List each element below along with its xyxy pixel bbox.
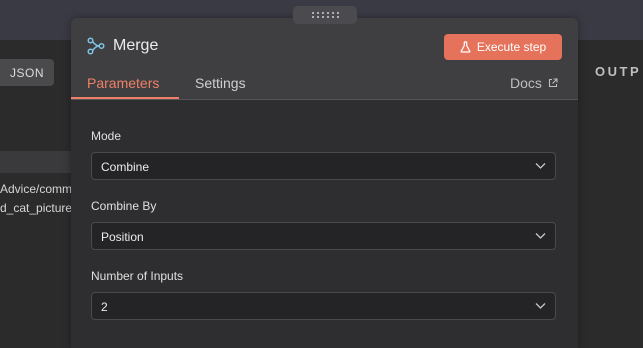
combine-by-label: Combine By xyxy=(91,199,157,213)
mode-label: Mode xyxy=(91,129,122,143)
node-settings-dialog: Merge Execute step Parameters Settings D… xyxy=(71,18,578,348)
output-panel xyxy=(579,40,643,330)
tab-parameters[interactable]: Parameters xyxy=(87,75,159,91)
input-cell: Advice/comm xyxy=(0,182,72,196)
combine-by-select-value: Position xyxy=(101,230,144,244)
number-of-inputs-select[interactable]: 2 xyxy=(91,292,556,320)
docs-label: Docs xyxy=(510,75,542,91)
chevron-down-icon xyxy=(535,303,546,309)
chevron-down-icon xyxy=(535,163,546,169)
json-view-tab[interactable]: JSON xyxy=(0,59,54,86)
chevron-down-icon xyxy=(535,233,546,239)
tab-settings[interactable]: Settings xyxy=(195,75,246,91)
flask-icon xyxy=(460,41,471,53)
docs-link[interactable]: Docs xyxy=(510,75,558,91)
parameters-panel: Mode Combine Combine By Position Number … xyxy=(71,100,578,348)
node-title: Merge xyxy=(113,37,159,54)
external-link-icon xyxy=(548,78,558,88)
input-table-header xyxy=(0,151,72,173)
mode-select[interactable]: Combine xyxy=(91,152,556,180)
input-cell: d_cat_picture xyxy=(0,201,72,215)
execute-step-button[interactable]: Execute step xyxy=(444,34,562,60)
number-of-inputs-label: Number of Inputs xyxy=(91,269,184,283)
merge-icon xyxy=(87,37,105,55)
combine-by-select[interactable]: Position xyxy=(91,222,556,250)
output-panel-title: OUTP xyxy=(595,64,642,79)
drag-dots-icon xyxy=(311,12,339,18)
mode-select-value: Combine xyxy=(101,160,150,174)
execute-step-label: Execute step xyxy=(476,40,547,54)
number-of-inputs-select-value: 2 xyxy=(101,300,108,314)
dialog-drag-handle[interactable] xyxy=(293,6,357,24)
dialog-header: Merge Execute step Parameters Settings D… xyxy=(71,18,578,100)
